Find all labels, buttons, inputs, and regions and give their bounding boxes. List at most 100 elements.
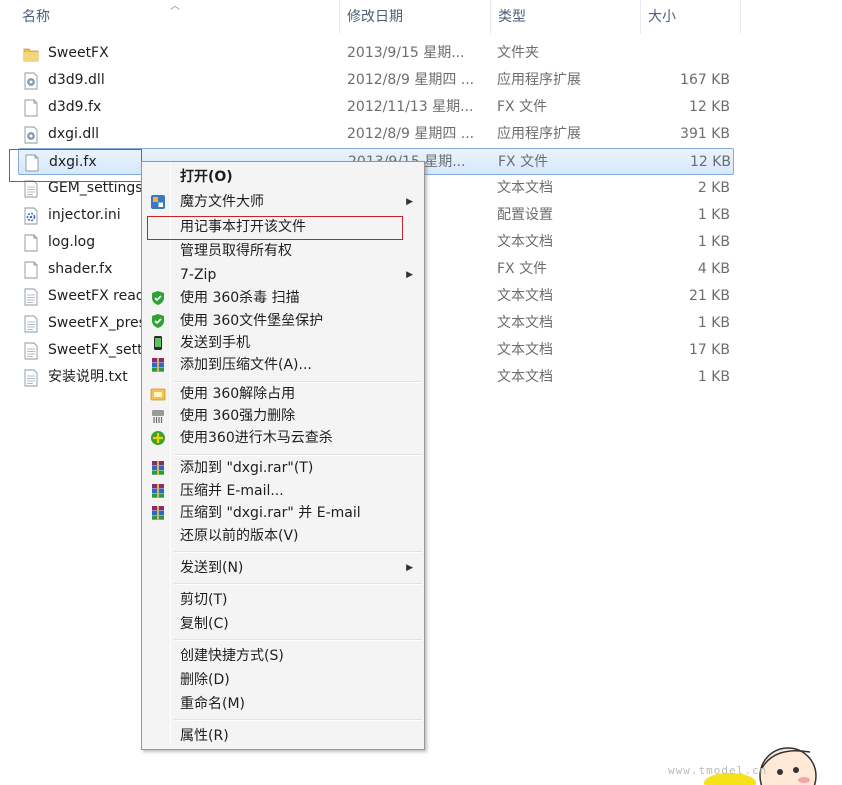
menu-item-compress-to-dxgi-rar-email[interactable]: 压缩到 "dxgi.rar" 并 E-mail [145, 502, 421, 524]
file-row-d3d9-dll[interactable]: d3d9.dll 2012/8/9 星期四 ... 应用程序扩展 167 KB [18, 67, 734, 94]
menu-item-360-protect[interactable]: 使用 360文件堡垒保护 [145, 310, 421, 332]
file-date: 2012/11/13 星期... [347, 99, 474, 115]
file-type: 文件夹 [497, 45, 539, 61]
menu-item-send-to-phone[interactable]: 发送到手机 [145, 332, 421, 354]
menu-item-add-to-archive[interactable]: 添加到压缩文件(A)... [145, 354, 421, 376]
file-date: 2013/9/15 星期... [347, 45, 465, 61]
menu-item-label: 发送到手机 [180, 335, 250, 351]
menu-item-label: 使用360进行木马云查杀 [180, 430, 333, 446]
menu-item-360-trojan-scan[interactable]: 使用360进行木马云查杀 [145, 427, 421, 449]
column-size-header[interactable]: 大小 [640, 0, 740, 36]
menu-item-send-to[interactable]: 发送到(N) ▶ [145, 557, 421, 579]
file-type: FX 文件 [497, 261, 548, 277]
menu-item-mofang[interactable]: 魔方文件大师 ▶ [145, 191, 421, 213]
column-divider[interactable] [740, 0, 741, 34]
submenu-arrow-icon: ▶ [406, 563, 413, 573]
text-file-icon [24, 288, 38, 306]
menu-item-add-to-dxgi-rar[interactable]: 添加到 "dxgi.rar"(T) [145, 457, 421, 479]
text-file-icon [24, 180, 38, 198]
phone-send-icon [154, 336, 162, 350]
shredder-360-icon [152, 410, 164, 423]
shield-360-icon [152, 314, 164, 328]
menu-item-label: 使用 360文件堡垒保护 [180, 313, 324, 329]
file-size: 1 KB [697, 207, 730, 223]
menu-item-label: 使用 360强力删除 [180, 408, 296, 424]
file-date: 2012/8/9 星期四 ... [347, 126, 475, 142]
menu-item-label: 压缩到 "dxgi.rar" 并 E-mail [180, 505, 361, 521]
menu-item-cut[interactable]: 剪切(T) [145, 589, 421, 611]
menu-item-label: 魔方文件大师 [180, 194, 264, 210]
text-file-icon [24, 315, 38, 333]
menu-separator [174, 639, 422, 641]
file-size: 391 KB [680, 126, 730, 142]
annotation-highlight-file [9, 149, 142, 182]
menu-separator [174, 583, 422, 585]
file-type: FX 文件 [498, 154, 549, 170]
menu-item-label: 剪切(T) [180, 592, 228, 608]
menu-item-label: 删除(D) [180, 672, 230, 688]
shield-360-icon [152, 291, 164, 305]
menu-item-compress-email[interactable]: 压缩并 E-mail... [145, 480, 421, 502]
file-name: SweetFX [48, 45, 109, 61]
column-header: 名称 ︿ 修改日期 类型 大小 [0, 0, 741, 36]
menu-item-label: 压缩并 E-mail... [180, 483, 284, 499]
text-file-icon [24, 342, 38, 360]
winrar-icon [152, 484, 164, 498]
dll-file-icon [24, 72, 38, 90]
menu-item-label: 还原以前的版本(V) [180, 528, 299, 544]
file-icon [24, 234, 38, 252]
file-size: 2 KB [697, 180, 730, 196]
file-type: 应用程序扩展 [497, 126, 581, 142]
file-row-dxgi-dll[interactable]: dxgi.dll 2012/8/9 星期四 ... 应用程序扩展 391 KB [18, 121, 734, 148]
column-date-header[interactable]: 修改日期 [339, 0, 490, 36]
unlock-360-icon [150, 388, 166, 401]
file-name: dxgi.dll [48, 126, 100, 142]
menu-item-properties[interactable]: 属性(R) [145, 725, 421, 747]
column-type-header[interactable]: 类型 [490, 0, 640, 36]
menu-item-restore-previous[interactable]: 还原以前的版本(V) [145, 525, 421, 547]
menu-item-label: 复制(C) [180, 616, 229, 632]
menu-item-rename[interactable]: 重命名(M) [145, 693, 421, 715]
submenu-arrow-icon: ▶ [406, 270, 413, 280]
menu-item-delete[interactable]: 删除(D) [145, 669, 421, 691]
menu-item-label: 属性(R) [180, 728, 229, 744]
folder-icon [23, 48, 39, 62]
menu-item-open[interactable]: 打开(O) [145, 166, 421, 188]
menu-item-label: 管理员取得所有权 [180, 243, 292, 259]
file-size: 17 KB [688, 342, 730, 358]
file-row-sweetfx-folder[interactable]: SweetFX 2013/9/15 星期... 文件夹 [18, 40, 734, 67]
file-icon [24, 261, 38, 279]
trojan-scan-360-icon [151, 431, 165, 445]
menu-separator [174, 454, 422, 456]
submenu-arrow-icon: ▶ [406, 197, 413, 207]
watermark-text: www.tmodel.cn [668, 764, 768, 777]
dll-file-icon [24, 126, 38, 144]
file-icon [24, 99, 38, 117]
menu-item-360-scan[interactable]: 使用 360杀毒 扫描 [145, 287, 421, 309]
file-type: 文本文档 [497, 315, 553, 331]
menu-item-take-ownership[interactable]: 管理员取得所有权 [145, 240, 421, 262]
file-size [638, 40, 730, 67]
file-name: d3d9.fx [48, 99, 102, 115]
file-size: 1 KB [697, 369, 730, 385]
menu-item-7zip[interactable]: 7-Zip ▶ [145, 264, 421, 286]
mofang-icon [151, 195, 165, 209]
file-type: 文本文档 [497, 288, 553, 304]
file-name: d3d9.dll [48, 72, 105, 88]
file-row-d3d9-fx[interactable]: d3d9.fx 2012/11/13 星期... FX 文件 12 KB [18, 94, 734, 121]
file-size: 1 KB [697, 315, 730, 331]
cartoon-mascot-watermark [704, 747, 817, 785]
menu-item-create-shortcut[interactable]: 创建快捷方式(S) [145, 645, 421, 667]
menu-item-copy[interactable]: 复制(C) [145, 613, 421, 635]
file-type: 文本文档 [497, 234, 553, 250]
annotation-highlight-menu-item [147, 216, 403, 240]
file-size: 167 KB [680, 72, 730, 88]
menu-item-360-unlock[interactable]: 使用 360解除占用 [145, 383, 421, 405]
menu-item-360-force-delete[interactable]: 使用 360强力删除 [145, 405, 421, 427]
menu-item-label: 7-Zip [180, 267, 217, 283]
menu-separator [174, 551, 422, 553]
file-size: 1 KB [697, 234, 730, 250]
winrar-icon [152, 461, 164, 475]
menu-item-label: 添加到 "dxgi.rar"(T) [180, 460, 314, 476]
file-type: 文本文档 [497, 369, 553, 385]
